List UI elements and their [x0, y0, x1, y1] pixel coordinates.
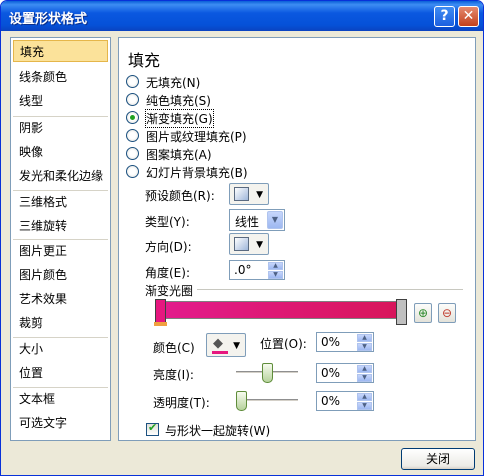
- gradient-stops-label: 渐变光圈: [145, 284, 194, 298]
- sidebar-item-3d-format[interactable]: 三维格式: [13, 191, 108, 213]
- close-window-button[interactable]: ✕: [458, 6, 479, 27]
- position-spinner[interactable]: 0% ▲ ▼: [316, 332, 374, 352]
- radio-label: 图案填充(A): [146, 148, 212, 162]
- sidebar-item-position[interactable]: 位置: [13, 362, 108, 384]
- help-button[interactable]: ?: [434, 6, 455, 27]
- format-shape-dialog: 设置形状格式 ? ✕ 填充 线条颜色 线型 阴影 映像 发光和柔化边缘 三维格式…: [0, 0, 484, 476]
- category-list: 填充 线条颜色 线型 阴影 映像 发光和柔化边缘 三维格式 三维旋转 图片更正 …: [10, 37, 111, 441]
- radio-button[interactable]: [126, 147, 139, 160]
- stop-color-button[interactable]: ◆ ▼: [206, 333, 246, 357]
- position-value: 0%: [321, 335, 341, 349]
- direction-button[interactable]: ▼: [229, 233, 269, 255]
- add-gradient-stop-icon: ⊕: [417, 306, 429, 320]
- gradient-direction-swatch: [234, 237, 249, 251]
- angle-spinner[interactable]: .0° ▲ ▼: [229, 260, 285, 280]
- add-gradient-stop-button[interactable]: ⊕: [414, 303, 432, 323]
- sidebar-item-picture-corrections[interactable]: 图片更正: [13, 240, 108, 262]
- spin-up-icon[interactable]: ▲: [357, 393, 372, 401]
- angle-label: 角度(E):: [145, 266, 190, 280]
- radio-label: 无填充(N): [146, 76, 201, 90]
- chevron-down-icon: ▼: [256, 240, 263, 250]
- gradient-stop-handle[interactable]: [154, 299, 167, 326]
- gradient-stop-handle[interactable]: [396, 299, 407, 325]
- position-label: 位置(O):: [260, 337, 307, 351]
- radio-button[interactable]: [126, 165, 139, 178]
- brightness-label: 亮度(I):: [153, 368, 194, 382]
- spin-up-icon[interactable]: ▲: [268, 262, 283, 270]
- sidebar-item-alt-text[interactable]: 可选文字: [13, 412, 108, 434]
- spin-down-icon[interactable]: ▼: [357, 343, 372, 351]
- sidebar-item-3d-rotation[interactable]: 三维旋转: [13, 215, 108, 237]
- chevron-down-icon: ▼: [233, 341, 240, 351]
- sidebar-item-line-color[interactable]: 线条颜色: [13, 66, 108, 88]
- preset-colors-label: 预设颜色(R):: [145, 189, 215, 203]
- sidebar-item-crop[interactable]: 裁剪: [13, 312, 108, 334]
- sidebar-item-shadow[interactable]: 阴影: [13, 117, 108, 139]
- preset-colors-button[interactable]: ▼: [229, 183, 269, 205]
- angle-value: .0°: [234, 263, 252, 277]
- type-value: 线性: [235, 215, 260, 229]
- chevron-down-icon: ▼: [256, 190, 263, 200]
- sidebar-item-glow[interactable]: 发光和柔化边缘: [13, 165, 108, 187]
- brightness-value: 0%: [321, 366, 341, 380]
- radio-button[interactable]: [126, 75, 139, 88]
- remove-gradient-stop-button[interactable]: ⊖: [438, 303, 456, 323]
- radio-button[interactable]: [126, 129, 139, 142]
- spin-down-icon[interactable]: ▼: [268, 271, 283, 279]
- gradient-preset-swatch: [234, 187, 249, 201]
- current-color-bar: [212, 351, 228, 354]
- direction-label: 方向(D):: [145, 240, 192, 254]
- radio-button-selected[interactable]: [126, 111, 139, 124]
- transparency-slider-thumb[interactable]: [236, 391, 247, 411]
- remove-gradient-stop-icon: ⊖: [441, 306, 453, 320]
- radio-label: 幻灯片背景填充(B): [146, 166, 248, 180]
- sidebar-item-picture-color[interactable]: 图片颜色: [13, 264, 108, 286]
- sidebar-item-text-box[interactable]: 文本框: [13, 388, 108, 410]
- paint-bucket-icon: ◆: [213, 336, 223, 351]
- rotate-with-shape-checkbox[interactable]: [146, 421, 159, 436]
- panel-heading: 填充: [128, 51, 161, 70]
- transparency-label: 透明度(T):: [153, 396, 210, 410]
- transparency-value: 0%: [321, 394, 341, 408]
- type-label: 类型(Y):: [145, 215, 190, 229]
- radio-button[interactable]: [126, 93, 139, 106]
- sidebar-item-artistic-effects[interactable]: 艺术效果: [13, 288, 108, 310]
- gradient-bar[interactable]: [162, 301, 403, 319]
- close-button[interactable]: 关闭: [401, 448, 475, 470]
- radio-label: 纯色填充(S): [146, 94, 211, 108]
- sidebar-item-size[interactable]: 大小: [13, 338, 108, 360]
- brightness-slider-thumb[interactable]: [261, 363, 273, 383]
- color-label: 颜色(C): [153, 341, 195, 355]
- sidebar-item-fill[interactable]: 填充: [13, 40, 108, 62]
- spin-down-icon[interactable]: ▼: [357, 402, 372, 410]
- spin-up-icon[interactable]: ▲: [357, 365, 372, 373]
- spin-up-icon[interactable]: ▲: [357, 334, 372, 342]
- type-select[interactable]: 线性 ▼: [229, 209, 285, 231]
- title-bar[interactable]: 设置形状格式 ? ✕: [1, 1, 483, 31]
- gradient-stops-divider: [197, 289, 463, 290]
- sidebar-item-reflection[interactable]: 映像: [13, 141, 108, 163]
- radio-label: 图片或纹理填充(P): [146, 130, 247, 144]
- dialog-title: 设置形状格式: [9, 12, 88, 27]
- rotate-with-shape-label: 与形状一起旋转(W): [165, 424, 271, 438]
- sidebar-item-line-style[interactable]: 线型: [13, 90, 108, 112]
- spin-down-icon[interactable]: ▼: [357, 374, 372, 382]
- brightness-spinner[interactable]: 0% ▲ ▼: [316, 363, 374, 383]
- radio-label: 渐变填充(G): [145, 109, 214, 128]
- transparency-spinner[interactable]: 0% ▲ ▼: [316, 391, 374, 411]
- chevron-down-icon[interactable]: ▼: [267, 211, 283, 229]
